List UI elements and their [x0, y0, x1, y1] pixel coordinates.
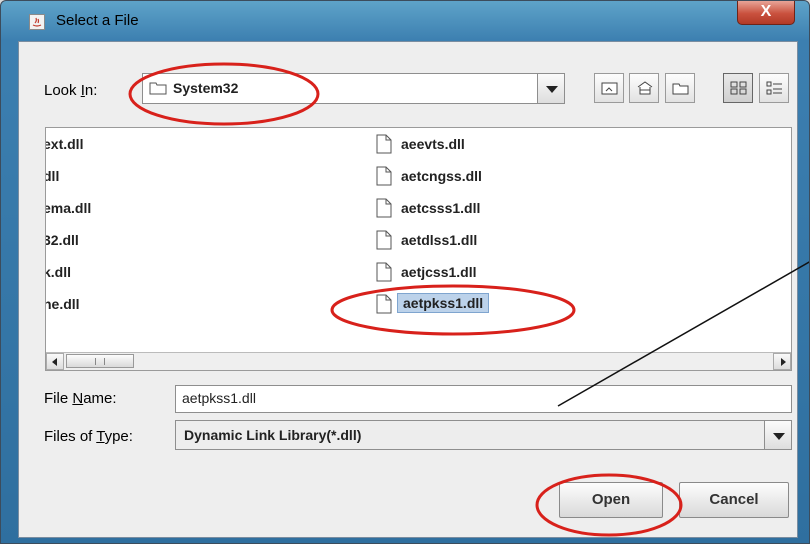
- list-view-button[interactable]: [723, 73, 753, 103]
- up-one-level-button[interactable]: [594, 73, 624, 103]
- home-button[interactable]: [629, 73, 659, 103]
- file-name: 32.dll: [45, 232, 79, 248]
- list-view-icon: [730, 81, 747, 95]
- file-type-label: Files of Type:: [44, 428, 133, 445]
- look-in-label: Look In:: [44, 82, 98, 99]
- details-view-icon: [766, 81, 782, 95]
- file-name: he.dll: [45, 296, 80, 312]
- file-name: aetcngss.dll: [401, 168, 482, 184]
- file-name: aetdlss1.dll: [401, 232, 478, 248]
- file-icon: [376, 198, 392, 218]
- look-in-combo[interactable]: System32: [142, 73, 565, 104]
- scroll-left-button[interactable]: [46, 353, 64, 370]
- file-icon: [376, 262, 392, 282]
- open-button[interactable]: Open: [559, 482, 663, 518]
- file-icon: [376, 294, 392, 314]
- details-view-button[interactable]: [759, 73, 789, 103]
- file-type-value: Dynamic Link Library(*.dll): [184, 427, 362, 443]
- file-icon: [376, 166, 392, 186]
- close-button[interactable]: X: [737, 1, 795, 25]
- title-bar[interactable]: Select a File X: [1, 1, 809, 41]
- up-one-level-icon: [601, 82, 618, 95]
- java-app-icon: [29, 14, 45, 30]
- folder-icon: [149, 81, 167, 100]
- scroll-right-button[interactable]: [773, 353, 791, 370]
- file-list[interactable]: ext.dll dll ema.dll 32.dll k.dll he.dll …: [45, 127, 792, 371]
- file-name-field[interactable]: aetpkss1.dll: [175, 385, 792, 413]
- file-name-label: File Name:: [44, 390, 117, 407]
- file-chooser-window: Select a File X Look In: System32 ext.dl…: [0, 0, 810, 544]
- file-name: k.dll: [45, 264, 72, 280]
- chevron-down-icon[interactable]: [764, 420, 792, 450]
- chevron-down-icon[interactable]: [537, 73, 565, 104]
- scrollbar-thumb[interactable]: [66, 354, 134, 368]
- horizontal-scrollbar[interactable]: [46, 352, 791, 370]
- file-name: dll: [46, 168, 60, 184]
- dialog-client-area: Look In: System32 ext.dll dll: [18, 41, 798, 538]
- new-folder-icon: [672, 83, 689, 95]
- file-name: ema.dll: [45, 200, 92, 216]
- window-title: Select a File: [56, 12, 139, 29]
- file-name: aetcsss1.dll: [401, 200, 481, 216]
- file-icon: [376, 230, 392, 250]
- file-icon: [376, 134, 392, 154]
- file-name: ext.dll: [45, 136, 84, 152]
- file-type-combo[interactable]: Dynamic Link Library(*.dll): [175, 420, 792, 450]
- file-name: aeevts.dll: [401, 136, 465, 152]
- look-in-value: System32: [173, 80, 239, 96]
- new-folder-button[interactable]: [665, 73, 695, 103]
- home-icon: [637, 81, 653, 95]
- file-name: aetjcss1.dll: [401, 264, 477, 280]
- file-name: aetpkss1.dll: [397, 293, 490, 313]
- cancel-button[interactable]: Cancel: [679, 482, 789, 518]
